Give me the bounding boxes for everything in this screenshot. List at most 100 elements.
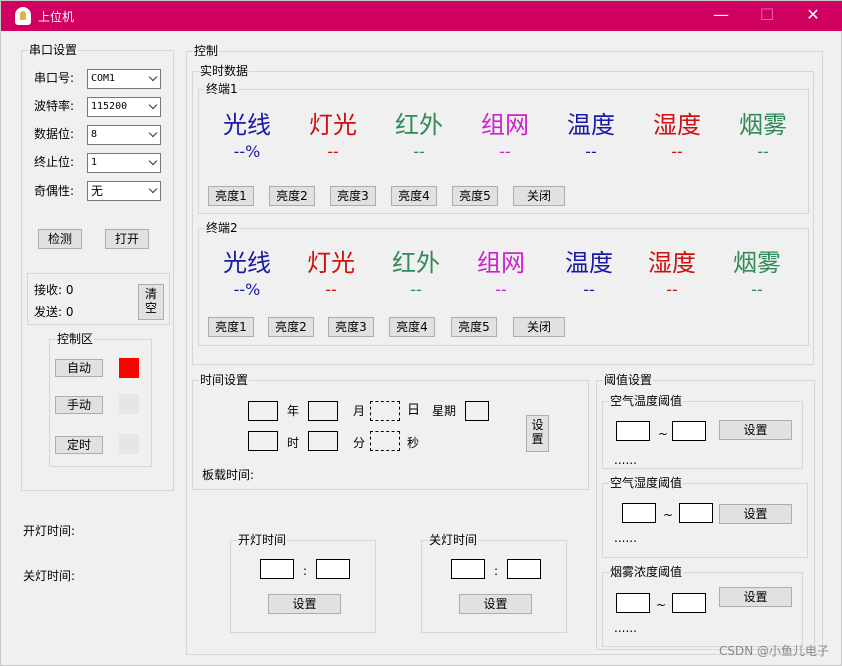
smoke-set-button[interactable]: 设置 [719, 587, 792, 607]
time-set-button[interactable]: 设置 [526, 415, 549, 452]
t2-brightness-1-button[interactable]: 亮度1 [208, 317, 254, 337]
lights-off-set-button[interactable]: 设置 [459, 594, 532, 614]
t1-off-button[interactable]: 关闭 [513, 186, 565, 206]
sensor-lamp-value: -- [327, 142, 339, 161]
board-time-label: 板载时间: [202, 468, 255, 482]
control-title: 控制 [193, 44, 220, 58]
t1-brightness-1-button[interactable]: 亮度1 [208, 186, 254, 206]
hour-input[interactable] [248, 431, 278, 451]
window-title: 上位机 [38, 10, 75, 24]
lights-on-set-button[interactable]: 设置 [268, 594, 341, 614]
port-label: 串口号: [34, 71, 75, 85]
port-value: COM1 [91, 73, 116, 84]
lights-off-colon: : [494, 564, 499, 578]
air-humidity-tilde: ~ [663, 508, 674, 522]
sensor-lamp-label: 灯光 [309, 111, 357, 139]
air-humidity-min-input[interactable] [622, 503, 656, 523]
sensor-temperature-label: 温度 [567, 111, 615, 139]
title-bar[interactable]: 上位机 — ☐ ✕ [1, 1, 842, 31]
chevron-down-icon [148, 72, 158, 82]
second-input[interactable] [370, 431, 400, 451]
parity-select[interactable]: 无 [87, 181, 161, 201]
lights-off-title: 关灯时间 [428, 533, 479, 547]
sensor-temperature-value: -- [583, 280, 595, 299]
weekday-input[interactable] [465, 401, 489, 421]
t2-brightness-5-button[interactable]: 亮度5 [451, 317, 497, 337]
manual-mode-button[interactable]: 手动 [55, 396, 103, 414]
lights-off-minute-input[interactable] [507, 559, 541, 579]
lights-on-colon: : [303, 564, 308, 578]
air-humidity-max-input[interactable] [679, 503, 713, 523]
maximize-button[interactable]: ☐ [744, 1, 790, 31]
databits-label: 数据位: [34, 127, 75, 141]
stopbits-select[interactable]: 1 [87, 153, 161, 173]
detect-button[interactable]: 检测 [38, 229, 82, 249]
t1-brightness-3-button[interactable]: 亮度3 [330, 186, 376, 206]
second-label: 秒 [407, 436, 420, 450]
weekday-label: 星期 [432, 404, 457, 418]
send-count: 发送: 0 [34, 305, 74, 319]
close-button[interactable]: ✕ [790, 1, 836, 31]
threshold-title: 阈值设置 [603, 373, 654, 387]
minimize-button[interactable]: — [698, 1, 744, 31]
month-input[interactable] [308, 401, 338, 421]
sensor-humidity-label: 湿度 [653, 111, 701, 139]
lights-on-time-label: 开灯时间: [23, 524, 76, 538]
sensor-temperature-label: 温度 [565, 249, 613, 277]
databits-select[interactable]: 8 [87, 125, 161, 145]
auto-mode-button[interactable]: 自动 [55, 359, 103, 377]
port-select[interactable]: COM1 [87, 69, 161, 89]
t2-off-button[interactable]: 关闭 [513, 317, 565, 337]
sensor-network-value: -- [495, 280, 507, 299]
t2-brightness-2-button[interactable]: 亮度2 [268, 317, 314, 337]
main-window: 上位机 — ☐ ✕ 串口设置 串口号: COM1 波特率: 115200 数据位… [0, 0, 842, 666]
smoke-max-input[interactable] [672, 593, 706, 613]
serial-settings-title: 串口设置 [28, 43, 79, 57]
parity-value: 无 [91, 184, 104, 198]
sensor-light-value: --% [233, 142, 261, 161]
sensor-smoke-value: -- [751, 280, 763, 299]
year-label: 年 [287, 404, 300, 418]
air-temp-max-input[interactable] [672, 421, 706, 441]
timer-mode-button[interactable]: 定时 [55, 436, 103, 454]
chevron-down-icon [148, 156, 158, 166]
air-temp-set-button[interactable]: 设置 [719, 420, 792, 440]
lights-on-hour-input[interactable] [260, 559, 294, 579]
sensor-infrared-value: -- [410, 280, 422, 299]
t2-brightness-3-button[interactable]: 亮度3 [328, 317, 374, 337]
t1-brightness-2-button[interactable]: 亮度2 [269, 186, 315, 206]
air-humidity-threshold-title: 空气湿度阈值 [609, 476, 684, 490]
sensor-lamp-value: -- [325, 280, 337, 299]
air-humidity-set-button[interactable]: 设置 [719, 504, 792, 524]
terminal-1-title: 终端1 [205, 82, 239, 96]
lights-off-time-label: 关灯时间: [23, 569, 76, 583]
smoke-min-input[interactable] [616, 593, 650, 613]
manual-mode-indicator [119, 394, 139, 414]
sensor-network-label: 组网 [477, 249, 525, 277]
minute-input[interactable] [308, 431, 338, 451]
chevron-down-icon [148, 100, 158, 110]
t2-brightness-4-button[interactable]: 亮度4 [389, 317, 435, 337]
terminal-2-title: 终端2 [205, 221, 239, 235]
air-temp-min-input[interactable] [616, 421, 650, 441]
air-temp-value-dots: ...... [614, 453, 637, 467]
control-zone-title: 控制区 [56, 332, 95, 346]
databits-value: 8 [91, 129, 98, 140]
t1-brightness-5-button[interactable]: 亮度5 [452, 186, 498, 206]
lights-on-minute-input[interactable] [316, 559, 350, 579]
day-label: 日 [407, 403, 421, 418]
clear-button[interactable]: 清空 [138, 284, 164, 320]
lights-off-hour-input[interactable] [451, 559, 485, 579]
open-button[interactable]: 打开 [105, 229, 149, 249]
baud-select[interactable]: 115200 [87, 97, 161, 117]
auto-mode-indicator [119, 358, 139, 378]
day-input[interactable] [370, 401, 400, 421]
air-humidity-value-dots: ...... [614, 531, 637, 545]
sensor-infrared-label: 红外 [392, 249, 440, 277]
sensor-smoke-value: -- [757, 142, 769, 161]
t1-brightness-4-button[interactable]: 亮度4 [391, 186, 437, 206]
parity-label: 奇偶性: [34, 184, 75, 198]
lights-on-title: 开灯时间 [237, 533, 288, 547]
year-input[interactable] [248, 401, 278, 421]
air-temperature-threshold-title: 空气温度阈值 [609, 394, 684, 408]
